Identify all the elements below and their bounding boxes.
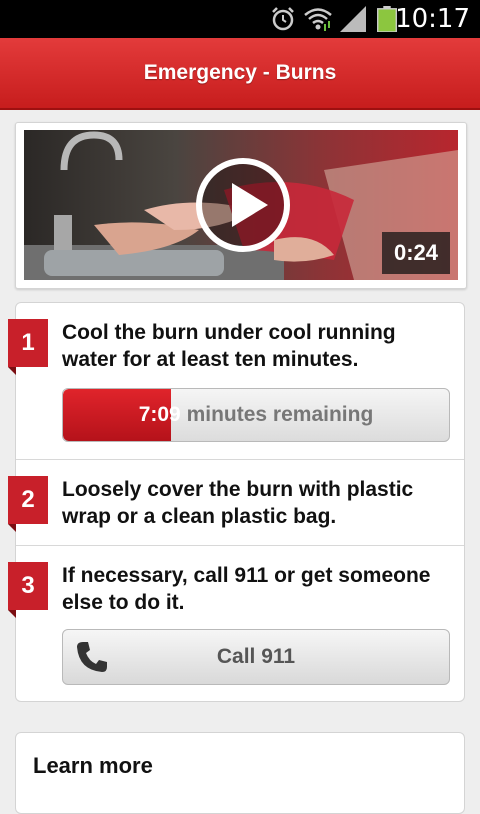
step-2: 2 Loosely cover the burn with plastic wr… <box>8 460 464 545</box>
step-text: If necessary, call 911 or get someone el… <box>62 564 431 614</box>
timer-suffix: minutes remaining <box>180 403 374 426</box>
video-duration: 0:24 <box>382 232 450 274</box>
call-button-label: Call 911 <box>216 645 296 668</box>
timer-time: 7:09 <box>138 403 181 426</box>
step-number: 3 <box>8 562 48 610</box>
signal-icon <box>340 6 366 32</box>
call-911-button[interactable]: Call 911 <box>62 629 450 685</box>
wifi-icon <box>304 8 332 31</box>
timer-progress-bar[interactable]: 7:09 minutes remaining <box>62 388 450 442</box>
timer-label: 7:09 minutes remaining <box>63 389 449 441</box>
step-number-badge: 2 <box>8 476 48 532</box>
clock: 10:17 <box>395 4 470 34</box>
step-1: 1 Cool the burn under cool running water… <box>8 303 464 459</box>
status-bar: 10:17 <box>0 0 480 38</box>
step-number-badge: 3 <box>8 562 48 618</box>
step-text: Loosely cover the burn with plastic wrap… <box>62 478 414 528</box>
page-title: Emergency - Burns <box>143 61 337 84</box>
alarm-icon <box>272 7 294 31</box>
steps-card: 1 Cool the burn under cool running water… <box>8 302 465 702</box>
step-text: Cool the burn under cool running water f… <box>62 321 396 371</box>
step-number: 2 <box>8 476 48 524</box>
video-card: 0:24 <box>15 122 467 289</box>
step-number-badge: 1 <box>8 319 48 375</box>
learn-more-label: Learn more <box>33 753 153 778</box>
play-icon[interactable] <box>194 156 292 254</box>
step-number: 1 <box>8 319 48 367</box>
learn-more-button[interactable]: Learn more <box>15 732 465 814</box>
video-player[interactable]: 0:24 <box>24 130 458 280</box>
app-header: Emergency - Burns <box>0 38 480 110</box>
